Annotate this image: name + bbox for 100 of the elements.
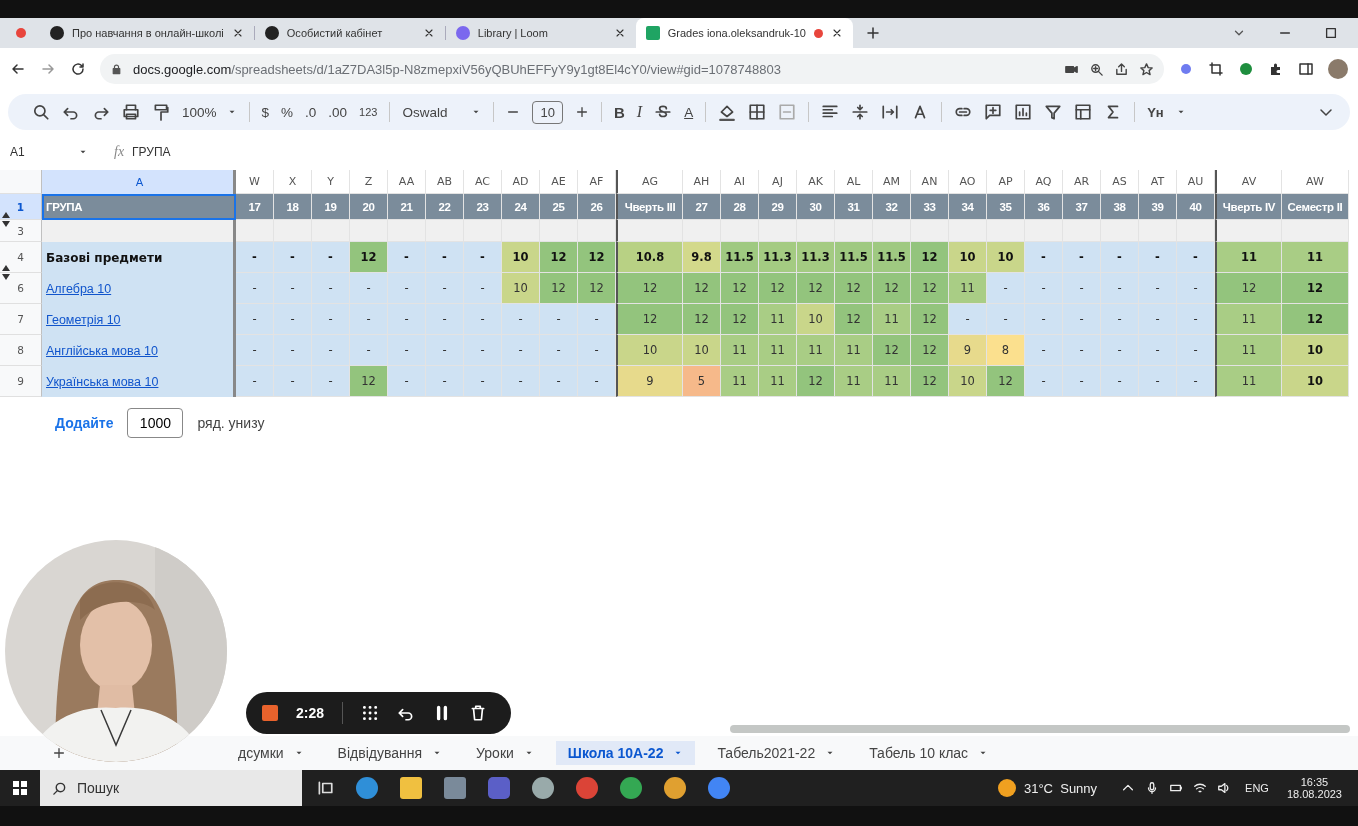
table-cell[interactable]: 12 — [873, 273, 911, 304]
zoom-select[interactable]: 100% — [182, 104, 217, 120]
sheet-tab[interactable]: дсумки — [226, 741, 316, 765]
bold-toggle[interactable]: B — [613, 103, 625, 121]
table-cell[interactable]: - — [1101, 273, 1139, 304]
back-icon[interactable] — [10, 61, 26, 77]
table-cell[interactable]: 12 — [911, 366, 949, 397]
table-cell[interactable]: - — [464, 242, 502, 273]
table-cell[interactable]: - — [578, 366, 616, 397]
subject-link[interactable]: Алгебра 10 — [46, 281, 112, 296]
table-cell[interactable]: - — [388, 335, 426, 366]
table-cell[interactable]: 12 — [911, 335, 949, 366]
table-cell[interactable]: 12 — [540, 242, 578, 273]
table-cell[interactable]: 11 — [797, 335, 835, 366]
grid-icon[interactable] — [361, 704, 380, 722]
browser-tab[interactable]: Особистий кабінет — [254, 18, 445, 48]
table-cell[interactable]: - — [388, 366, 426, 397]
table-cell[interactable]: 12 — [911, 242, 949, 273]
table-cell[interactable]: - — [578, 335, 616, 366]
font-size-field[interactable]: 10 — [532, 100, 563, 124]
sheet-tab[interactable]: Школа 10А-22 — [555, 741, 696, 765]
caret-up-icon[interactable] — [2, 265, 10, 271]
sun-icon[interactable] — [997, 779, 1016, 797]
table-cell[interactable]: 9 — [616, 366, 683, 397]
table-cell[interactable]: 11.5 — [873, 242, 911, 273]
address-bar[interactable]: docs.google.com/spreadsheets/d/1aZ7DA3l5p-N8zmepxiV56yQBUhEFFyY9y1gt8El4cY0/view#gid=1078748803 — [100, 54, 1164, 84]
column-header[interactable]: AR — [1063, 170, 1101, 194]
table-cell[interactable]: - — [1139, 273, 1177, 304]
table-cell[interactable]: - — [312, 273, 350, 304]
column-header[interactable]: AM — [873, 170, 911, 194]
table-cell[interactable]: - — [426, 366, 464, 397]
column-header[interactable]: AD — [502, 170, 540, 194]
table-cell[interactable]: 12 — [721, 304, 759, 335]
row-number[interactable]: 8 — [0, 335, 42, 366]
table-cell[interactable]: - — [426, 273, 464, 304]
table-cell[interactable]: - — [464, 273, 502, 304]
table-cell[interactable]: - — [312, 366, 350, 397]
table-cell[interactable]: - — [1063, 366, 1101, 397]
column-header[interactable]: AA — [388, 170, 426, 194]
table-cell[interactable]: - — [1177, 366, 1215, 397]
name-box[interactable]: A1 — [0, 145, 96, 159]
table-cell[interactable]: 11 — [721, 366, 759, 397]
table-cell[interactable]: - — [540, 335, 578, 366]
table-cell[interactable]: 10 — [616, 335, 683, 366]
table-cell[interactable]: - — [350, 304, 388, 335]
table-cell[interactable]: 12 — [616, 273, 683, 304]
table-cell[interactable]: 12 — [797, 366, 835, 397]
row-number[interactable]: 4 — [0, 242, 42, 273]
add-sheet-icon[interactable] — [52, 746, 66, 760]
table-cell[interactable]: - — [1101, 304, 1139, 335]
column-header[interactable]: AS — [1101, 170, 1139, 194]
table-cell[interactable]: 12 — [721, 273, 759, 304]
table-cell[interactable]: - — [987, 304, 1025, 335]
table-cell[interactable]: 10 — [683, 335, 721, 366]
table-cell[interactable]: Англійська мова 10 — [42, 335, 236, 366]
table-cell[interactable]: - — [312, 242, 350, 273]
column-header[interactable]: AW — [1282, 170, 1349, 194]
table-cell[interactable]: 12 — [797, 273, 835, 304]
table-cell[interactable]: Геометрія 10 — [42, 304, 236, 335]
table-cell[interactable]: 11 — [759, 304, 797, 335]
table-cell[interactable]: - — [464, 366, 502, 397]
table-cell[interactable]: - — [388, 273, 426, 304]
table-cell[interactable]: 11 — [1215, 366, 1282, 397]
clock[interactable]: 16:35 18.08.2023 — [1286, 776, 1342, 800]
table-cell[interactable]: - — [949, 304, 987, 335]
column-header[interactable]: AQ — [1025, 170, 1063, 194]
table-cell[interactable]: - — [1139, 366, 1177, 397]
table-cell[interactable]: - — [464, 335, 502, 366]
column-header[interactable]: AV — [1215, 170, 1282, 194]
table-cell[interactable]: 11 — [949, 273, 987, 304]
column-header[interactable]: AH — [683, 170, 721, 194]
table-cell[interactable]: 11 — [1215, 335, 1282, 366]
table-cell[interactable]: - — [388, 304, 426, 335]
browser-tab[interactable]: Library | Loom — [445, 18, 636, 48]
vertical-align-icon[interactable] — [851, 103, 870, 121]
row-number[interactable]: 7 — [0, 304, 42, 335]
table-cell[interactable]: - — [236, 242, 274, 273]
caret-up-icon[interactable] — [2, 212, 10, 218]
table-cell[interactable]: - — [1177, 304, 1215, 335]
table-cell[interactable]: 9.8 — [683, 242, 721, 273]
table-cell[interactable]: - — [1025, 304, 1063, 335]
table-cell[interactable]: 12 — [911, 304, 949, 335]
star-icon[interactable] — [1139, 61, 1154, 77]
italic-toggle[interactable]: I — [636, 103, 643, 121]
subject-link[interactable]: Українська мова 10 — [46, 374, 159, 389]
add-rows-button[interactable]: Додайте — [55, 415, 114, 431]
column-header[interactable]: AJ — [759, 170, 797, 194]
table-cell[interactable]: 10.8 — [616, 242, 683, 273]
table-cell[interactable]: 12 — [578, 273, 616, 304]
table-cell[interactable]: - — [502, 304, 540, 335]
paint-format-icon[interactable] — [152, 103, 170, 121]
crop-icon[interactable] — [1208, 61, 1224, 77]
table-cell[interactable]: - — [350, 335, 388, 366]
table-cell[interactable]: - — [274, 366, 312, 397]
number-format[interactable]: 123 — [359, 106, 378, 118]
table-cell[interactable]: - — [540, 366, 578, 397]
table-cell[interactable]: - — [987, 273, 1025, 304]
column-header[interactable]: AL — [835, 170, 873, 194]
forward-icon[interactable] — [40, 61, 56, 77]
row-number[interactable]: 1 — [0, 194, 42, 220]
